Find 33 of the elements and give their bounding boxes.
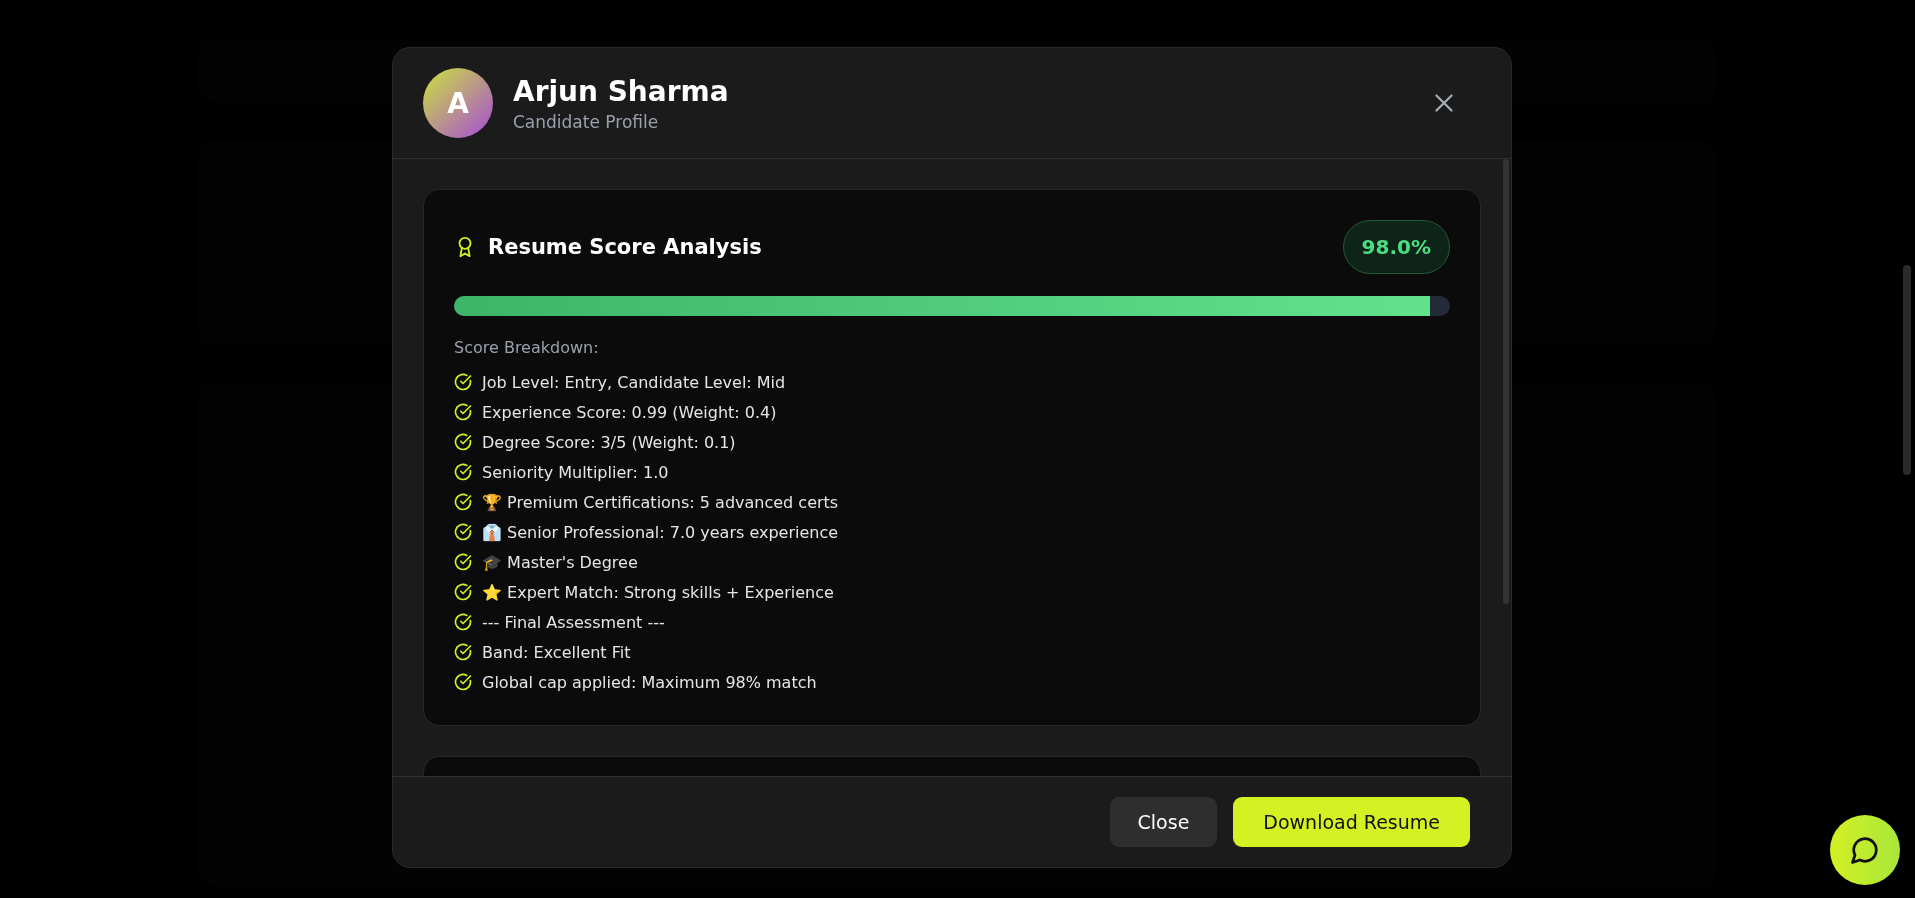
check-circle-icon	[454, 493, 472, 511]
breakdown-label: Score Breakdown:	[454, 338, 600, 357]
breakdown-item: Degree Score: 3/5 (Weight: 0.1)	[482, 432, 736, 452]
close-button[interactable]: Close	[1109, 797, 1218, 847]
breakdown-item: --- Final Assessment ---	[482, 612, 665, 632]
check-circle-icon	[454, 523, 472, 541]
check-circle-icon	[454, 643, 472, 661]
scrollbar[interactable]	[1903, 265, 1911, 475]
card-title: Resume Score Analysis	[488, 235, 763, 259]
breakdown-item: Seniority Multiplier: 1.0	[482, 462, 669, 482]
chat-bubble-icon	[1850, 835, 1880, 865]
check-circle-icon	[454, 463, 472, 481]
breakdown-item: 🏆 Premium Certifications: 5 advanced certs	[482, 492, 839, 512]
check-circle-icon	[454, 673, 472, 691]
breakdown-item: 👔 Senior Professional: 7.0 years experience	[482, 522, 839, 542]
download-button[interactable]: Download Resume	[1233, 797, 1470, 847]
dialog-subtitle: Candidate Profile	[513, 111, 660, 132]
check-circle-icon	[454, 373, 472, 391]
avatar: A	[423, 68, 493, 138]
candidate-name: Arjun Sharma	[513, 74, 730, 108]
breakdown-item: ⭐ Expert Match: Strong skills + Experience	[482, 582, 834, 602]
check-circle-icon	[454, 403, 472, 421]
scrollbar[interactable]	[1503, 159, 1509, 604]
breakdown-item: 🎓 Master's Degree	[482, 552, 638, 572]
breakdown-item: Global cap applied: Maximum 98% match	[482, 672, 817, 692]
check-circle-icon	[454, 553, 472, 571]
check-circle-icon	[454, 583, 472, 601]
breakdown-item: Job Level: Entry, Candidate Level: Mid	[482, 372, 786, 392]
score-badge: 98.0%	[1342, 220, 1450, 274]
breakdown-item: Experience Score: 0.99 (Weight: 0.4)	[482, 402, 777, 422]
check-circle-icon	[454, 433, 472, 451]
breakdown-item: Band: Excellent Fit	[482, 642, 631, 662]
check-circle-icon	[454, 613, 472, 631]
